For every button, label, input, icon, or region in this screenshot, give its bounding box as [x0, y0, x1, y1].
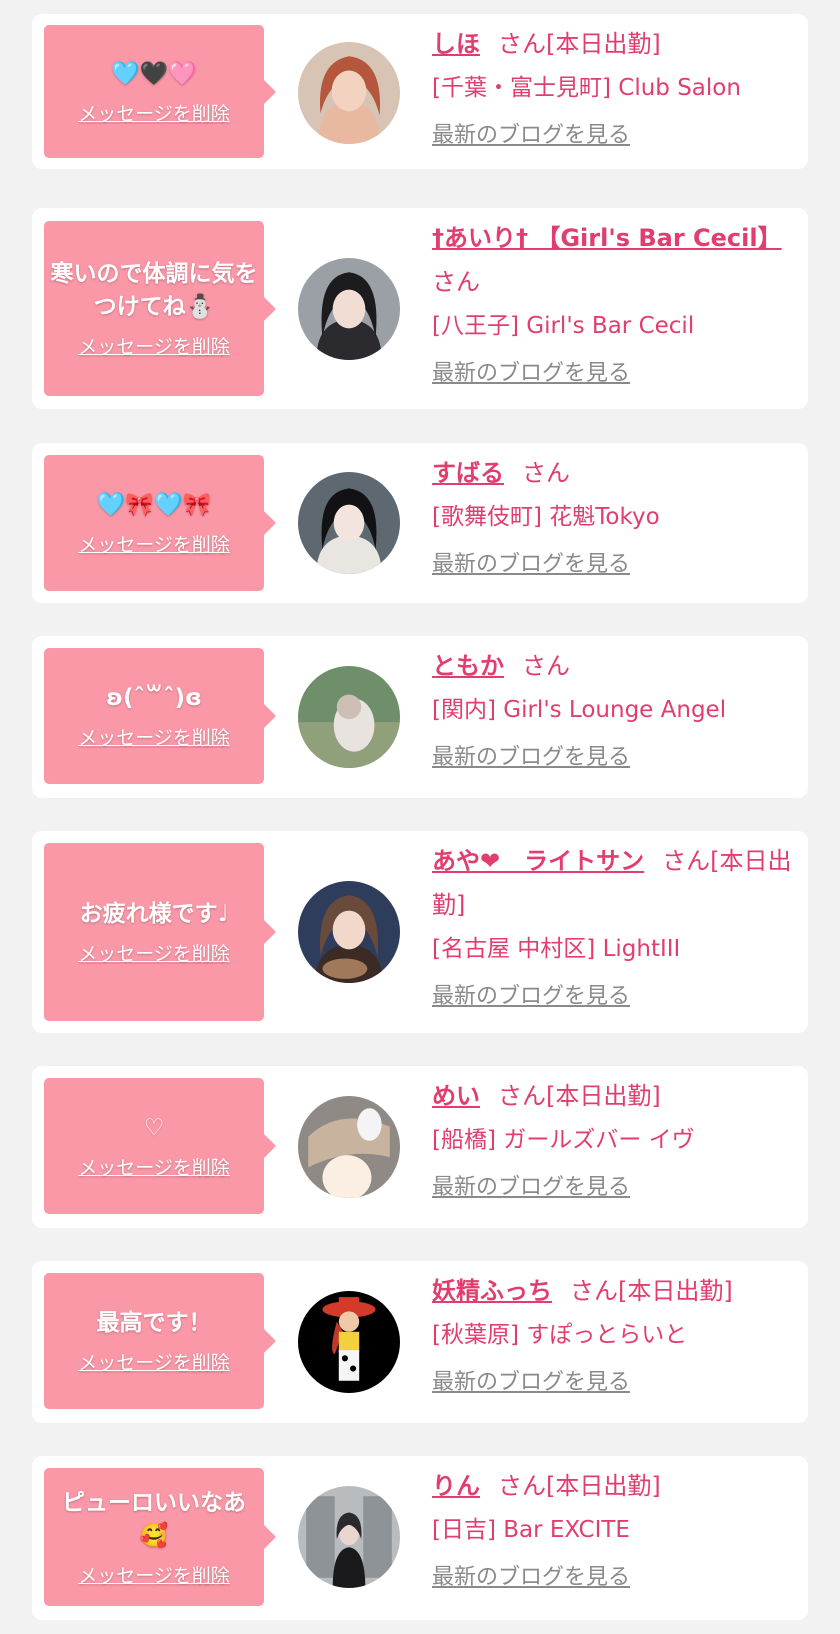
name-suffix: さん[本日出勤]	[498, 30, 661, 58]
cast-name-link[interactable]: りん	[432, 1472, 480, 1500]
delete-message-link[interactable]: メッセージを削除	[78, 1561, 230, 1588]
shop-label: [歌舞伎町] 花魁Tokyo	[432, 504, 660, 530]
shop-label: [秋葉原] すぽっとらいと	[432, 1322, 688, 1348]
cast-name-link[interactable]: あや❤ ライトサン	[432, 847, 644, 875]
delete-message-link[interactable]: メッセージを削除	[78, 530, 230, 557]
shop-label: [日吉] Bar EXCITE	[432, 1517, 630, 1543]
list-item: ピューロいいなあ🥰 メッセージを削除 りん さん[本日出勤] [日吉] Bar E…	[32, 1456, 808, 1620]
shop-label: [千葉・富士見町] Club Salon	[432, 75, 741, 101]
cowgirl-figure-icon	[298, 1291, 400, 1393]
message-text: ピューロいいなあ🥰	[62, 1489, 246, 1549]
item-info: めい さん[本日出勤] [船橋] ガールズバー イヴ 最新のブログを見る	[432, 1074, 792, 1208]
list-item: 最高です！ メッセージを削除 妖精ふっち さん[本日出勤] [秋葉原] すぽっとら…	[32, 1261, 808, 1423]
name-suffix: さん	[522, 652, 570, 680]
woman-photo-icon	[298, 666, 400, 768]
list-item: 寒いので体調に気をつけてね⛄ メッセージを削除 †あいり† 【Girl's Ba…	[32, 208, 808, 409]
cast-name-link[interactable]: しほ	[432, 30, 480, 58]
avatar[interactable]	[298, 666, 400, 768]
delete-message-link[interactable]: メッセージを削除	[78, 1153, 230, 1180]
name-suffix: さん[本日出勤]	[498, 1472, 661, 1500]
delete-message-link[interactable]: メッセージを削除	[78, 332, 230, 359]
message-text: ♡	[143, 1115, 165, 1141]
cast-name-link[interactable]: すばる	[432, 459, 504, 487]
avatar[interactable]	[298, 1291, 400, 1393]
name-line: 妖精ふっち さん[本日出勤]	[432, 1269, 792, 1313]
avatar[interactable]	[298, 1486, 400, 1588]
list-item: 🩵🖤🩷 メッセージを削除 しほ さん[本日出勤] [千葉・富士見町] Club S…	[32, 14, 808, 169]
message-bubble: 🩵🎀🩵🎀 メッセージを削除	[44, 455, 276, 591]
woman-photo-icon	[298, 1096, 400, 1198]
item-info: しほ さん[本日出勤] [千葉・富士見町] Club Salon 最新のブログを見…	[432, 22, 792, 156]
item-info: りん さん[本日出勤] [日吉] Bar EXCITE 最新のブログを見る	[432, 1464, 792, 1598]
list-item: ♡ メッセージを削除 めい さん[本日出勤] [船橋] ガールズバー イヴ 最新の…	[32, 1066, 808, 1228]
woman-photo-icon	[298, 258, 400, 360]
view-blog-link[interactable]: 最新のブログを見る	[432, 116, 630, 156]
woman-photo-icon	[298, 881, 400, 983]
delete-message-link[interactable]: メッセージを削除	[78, 99, 230, 126]
cast-name-link[interactable]: 妖精ふっち	[432, 1277, 552, 1305]
message-bubble: お疲れ様です♩ メッセージを削除	[44, 843, 276, 1021]
item-info: ともか さん [関内] Girl's Lounge Angel 最新のブログを見る	[432, 644, 792, 778]
view-blog-link[interactable]: 最新のブログを見る	[432, 354, 630, 394]
list-item: 🩵🎀🩵🎀 メッセージを削除 すばる さん [歌舞伎町] 花魁Tokyo 最新のブロ…	[32, 443, 808, 603]
view-blog-link[interactable]: 最新のブログを見る	[432, 738, 630, 778]
message-bubble: ピューロいいなあ🥰 メッセージを削除	[44, 1468, 276, 1606]
name-line: ともか さん	[432, 644, 792, 688]
shop-label: [船橋] ガールズバー イヴ	[432, 1127, 695, 1153]
message-text: 寒いので体調に気をつけてね⛄	[50, 261, 258, 320]
woman-photo-icon	[298, 1486, 400, 1588]
view-blog-link[interactable]: 最新のブログを見る	[432, 1558, 630, 1598]
shop-label: [名古屋 中村区] LightIII	[432, 936, 681, 962]
avatar[interactable]	[298, 881, 400, 983]
name-line: りん さん[本日出勤]	[432, 1464, 792, 1508]
message-bubble: 最高です！ メッセージを削除	[44, 1273, 276, 1409]
message-text: お疲れ様です♩	[79, 901, 229, 927]
delete-message-link[interactable]: メッセージを削除	[78, 1348, 230, 1375]
name-suffix: さん[本日出勤]	[498, 1082, 661, 1110]
avatar[interactable]	[298, 1096, 400, 1198]
list-item: お疲れ様です♩ メッセージを削除 あや❤ ライトサン さん[本日出勤] [名古屋 …	[32, 831, 808, 1033]
name-suffix: さん	[522, 459, 570, 487]
shop-label: [関内] Girl's Lounge Angel	[432, 697, 727, 723]
view-blog-link[interactable]: 最新のブログを見る	[432, 1168, 630, 1208]
woman-photo-icon	[298, 472, 400, 574]
item-info: あや❤ ライトサン さん[本日出勤] [名古屋 中村区] LightIII 最新の…	[432, 839, 792, 1017]
message-text: ʚ(ˆ꒳ˆ)ɞ	[106, 685, 202, 711]
view-blog-link[interactable]: 最新のブログを見る	[432, 1363, 630, 1403]
name-line: あや❤ ライトサン さん[本日出勤]	[432, 839, 792, 927]
cast-name-link[interactable]: †あいり† 【Girl's Bar Cecil】	[432, 224, 782, 252]
message-bubble: ♡ メッセージを削除	[44, 1078, 276, 1214]
name-line: †あいり† 【Girl's Bar Cecil】さん	[432, 216, 792, 304]
avatar[interactable]	[298, 42, 400, 144]
shop-label: [八王子] Girl's Bar Cecil	[432, 313, 695, 339]
message-list: 🩵🖤🩷 メッセージを削除 しほ さん[本日出勤] [千葉・富士見町] Club S…	[0, 0, 840, 1634]
name-line: めい さん[本日出勤]	[432, 1074, 792, 1118]
delete-message-link[interactable]: メッセージを削除	[78, 939, 230, 966]
message-bubble: 🩵🖤🩷 メッセージを削除	[44, 25, 276, 158]
message-bubble: 寒いので体調に気をつけてね⛄ メッセージを削除	[44, 221, 276, 396]
view-blog-link[interactable]: 最新のブログを見る	[432, 977, 630, 1017]
message-text: 🩵🎀🩵🎀	[96, 492, 212, 518]
item-info: すばる さん [歌舞伎町] 花魁Tokyo 最新のブログを見る	[432, 451, 792, 585]
avatar[interactable]	[298, 472, 400, 574]
cast-name-link[interactable]: ともか	[432, 652, 504, 680]
view-blog-link[interactable]: 最新のブログを見る	[432, 545, 630, 585]
message-text: 🩵🖤🩷	[111, 60, 197, 87]
message-text: 最高です！	[96, 1310, 212, 1336]
message-bubble: ʚ(ˆ꒳ˆ)ɞ メッセージを削除	[44, 648, 276, 784]
name-suffix: さん	[432, 268, 480, 296]
name-suffix: さん[本日出勤]	[570, 1277, 733, 1305]
woman-photo-icon	[298, 42, 400, 144]
item-info: †あいり† 【Girl's Bar Cecil】さん [八王子] Girl's …	[432, 216, 792, 394]
name-line: すばる さん	[432, 451, 792, 495]
delete-message-link[interactable]: メッセージを削除	[78, 723, 230, 750]
avatar[interactable]	[298, 258, 400, 360]
list-item: ʚ(ˆ꒳ˆ)ɞ メッセージを削除 ともか さん [関内] Girl's Loung…	[32, 636, 808, 798]
cast-name-link[interactable]: めい	[432, 1082, 480, 1110]
item-info: 妖精ふっち さん[本日出勤] [秋葉原] すぽっとらいと 最新のブログを見る	[432, 1269, 792, 1403]
name-line: しほ さん[本日出勤]	[432, 22, 792, 66]
